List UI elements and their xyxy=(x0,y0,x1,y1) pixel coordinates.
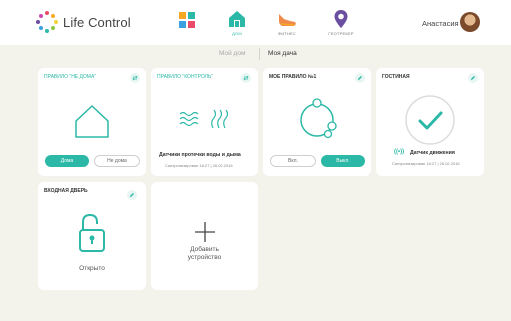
checkmark-circle-icon xyxy=(405,95,455,145)
app-header: Life Control ДОМ ФИТНЕС ГЕОТРЕКЕР Анаста… xyxy=(0,0,511,45)
water-leak-icon xyxy=(179,111,199,127)
subnav-divider xyxy=(259,48,260,60)
pencil-icon xyxy=(130,193,134,197)
edit-button[interactable] xyxy=(127,190,137,200)
plus-icon xyxy=(195,222,215,242)
house-outline-icon xyxy=(75,105,109,138)
user-name[interactable]: Анастасия xyxy=(422,19,459,28)
sync-status: Синхронизирован 16:27 | 26.02.2016 xyxy=(392,161,460,166)
door-state: Открыто xyxy=(79,265,105,272)
card-title: ГОСТИНАЯ xyxy=(382,74,410,80)
card-rule-control[interactable]: ПРАВИЛО "КОНТРОЛЬ" Датчики протечки воды… xyxy=(151,68,258,176)
card-front-door[interactable]: ВХОДНАЯ ДВЕРЬ Открыто xyxy=(38,182,146,290)
pencil-icon xyxy=(358,76,362,80)
edit-button[interactable] xyxy=(355,73,365,83)
card-my-rule[interactable]: МОЕ ПРАВИЛО №1 Вкл. Выкл. xyxy=(263,68,371,176)
turn-off-button[interactable]: Выкл. xyxy=(321,155,365,167)
nodes-icon xyxy=(300,98,337,139)
apps-grid-icon xyxy=(179,12,195,28)
card-title: МОЕ ПРАВИЛО №1 xyxy=(269,74,317,80)
card-title: ПРАВИЛО "КОНТРОЛЬ" xyxy=(157,74,213,80)
edit-button[interactable] xyxy=(468,73,478,83)
smoke-icon xyxy=(211,109,229,129)
turn-on-button[interactable]: Вкл. xyxy=(270,155,316,167)
card-rule-not-home[interactable]: ПРАВИЛО "НЕ ДОМА" Дома Не дома xyxy=(38,68,146,176)
nav-apps[interactable] xyxy=(164,9,210,41)
unlocked-padlock-icon xyxy=(79,213,105,252)
logo-icon[interactable] xyxy=(36,11,58,33)
motion-signal-icon: ((•)) xyxy=(394,149,405,155)
add-device-card[interactable]: Добавить устройство xyxy=(151,182,258,290)
avatar[interactable] xyxy=(460,12,480,32)
home-icon xyxy=(229,11,245,27)
sync-status: Синхронизирован 16:27 | 26.02.2016 xyxy=(165,163,233,168)
tab-my-dacha[interactable]: Моя дача xyxy=(268,47,297,61)
map-pin-icon xyxy=(334,10,348,28)
brand-name: Life Control xyxy=(63,15,131,30)
card-title: ПРАВИЛО "НЕ ДОМА" xyxy=(44,74,97,80)
nav-fitness[interactable]: ФИТНЕС xyxy=(264,9,310,41)
sneaker-icon xyxy=(279,14,296,26)
sensor-name: Датчики протечки воды и дыма xyxy=(159,152,241,158)
pencil-icon xyxy=(471,76,475,80)
sensor-name: Датчик движения xyxy=(410,150,455,156)
swap-icon xyxy=(243,75,249,81)
add-device-label: Добавить устройство xyxy=(187,246,222,261)
nav-geotracker-label: ГЕОТРЕКЕР xyxy=(328,31,354,36)
card-title: ВХОДНАЯ ДВЕРЬ xyxy=(44,188,88,194)
home-button[interactable]: Дома xyxy=(45,155,89,167)
away-button[interactable]: Не дома xyxy=(94,155,140,167)
tab-my-home[interactable]: Мой дом xyxy=(219,47,245,61)
nav-geotracker[interactable]: ГЕОТРЕКЕР xyxy=(318,9,364,41)
card-living-room[interactable]: ГОСТИНАЯ ((•)) Датчик движения Синхрониз… xyxy=(376,68,484,176)
nav-home[interactable]: ДОМ xyxy=(214,9,260,41)
swap-icon xyxy=(132,75,138,81)
nav-home-label: ДОМ xyxy=(232,31,242,36)
card-settings-button[interactable] xyxy=(241,73,251,83)
nav-fitness-label: ФИТНЕС xyxy=(277,31,296,36)
card-settings-button[interactable] xyxy=(130,73,140,83)
